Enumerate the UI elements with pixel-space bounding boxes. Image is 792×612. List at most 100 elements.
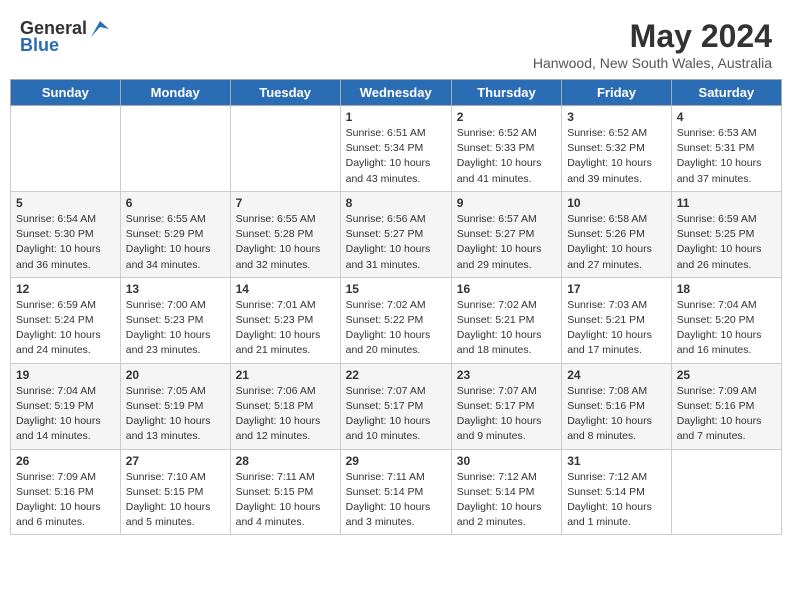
day-number: 22 (346, 368, 446, 382)
day-info: Sunrise: 7:10 AM Sunset: 5:15 PM Dayligh… (126, 470, 225, 531)
col-sunday: Sunday (11, 80, 121, 106)
day-number: 3 (567, 110, 666, 124)
table-row: 11Sunrise: 6:59 AM Sunset: 5:25 PM Dayli… (671, 191, 781, 277)
day-number: 20 (126, 368, 225, 382)
day-number: 31 (567, 454, 666, 468)
col-thursday: Thursday (451, 80, 561, 106)
day-number: 12 (16, 282, 115, 296)
day-number: 24 (567, 368, 666, 382)
table-row: 25Sunrise: 7:09 AM Sunset: 5:16 PM Dayli… (671, 363, 781, 449)
calendar-table: Sunday Monday Tuesday Wednesday Thursday… (10, 79, 782, 535)
day-info: Sunrise: 7:05 AM Sunset: 5:19 PM Dayligh… (126, 384, 225, 445)
day-info: Sunrise: 6:52 AM Sunset: 5:33 PM Dayligh… (457, 126, 556, 187)
day-number: 8 (346, 196, 446, 210)
day-number: 26 (16, 454, 115, 468)
day-number: 15 (346, 282, 446, 296)
day-number: 19 (16, 368, 115, 382)
table-row: 2 Sunrise: 6:52 AM Sunset: 5:33 PM Daylig… (451, 106, 561, 192)
day-number: 28 (236, 454, 335, 468)
title-block: May 2024 Hanwood, New South Wales, Austr… (533, 18, 772, 71)
col-friday: Friday (562, 80, 672, 106)
logo-blue-text: Blue (20, 35, 59, 56)
table-row (671, 449, 781, 535)
day-info: Sunrise: 7:01 AM Sunset: 5:23 PM Dayligh… (236, 298, 335, 359)
table-row: 5 Sunrise: 6:54 AM Sunset: 5:30 PM Daylig… (11, 191, 121, 277)
day-info: Sunrise: 7:06 AM Sunset: 5:18 PM Dayligh… (236, 384, 335, 445)
table-row: 29 Sunrise: 7:11 AM Sunset: 5:14 PM Dayli… (340, 449, 451, 535)
col-monday: Monday (120, 80, 230, 106)
table-row: 7 Sunrise: 6:55 AM Sunset: 5:28 PM Daylig… (230, 191, 340, 277)
table-row: 13 Sunrise: 7:00 AM Sunset: 5:23 PM Dayli… (120, 277, 230, 363)
calendar-header-row: Sunday Monday Tuesday Wednesday Thursday… (11, 80, 782, 106)
day-info: Sunrise: 7:12 AM Sunset: 5:14 PM Dayligh… (457, 470, 556, 531)
table-row: 17 Sunrise: 7:03 AM Sunset: 5:21 PM Dayli… (562, 277, 672, 363)
table-row: 16 Sunrise: 7:02 AM Sunset: 5:21 PM Dayli… (451, 277, 561, 363)
subtitle: Hanwood, New South Wales, Australia (533, 55, 772, 71)
table-row: 31 Sunrise: 7:12 AM Sunset: 5:14 PM Dayli… (562, 449, 672, 535)
table-row: 10 Sunrise: 6:58 AM Sunset: 5:26 PM Dayli… (562, 191, 672, 277)
calendar-week-row: 5 Sunrise: 6:54 AM Sunset: 5:30 PM Daylig… (11, 191, 782, 277)
table-row: 30 Sunrise: 7:12 AM Sunset: 5:14 PM Dayli… (451, 449, 561, 535)
table-row: 19Sunrise: 7:04 AM Sunset: 5:19 PM Dayli… (11, 363, 121, 449)
day-info: Sunrise: 7:09 AM Sunset: 5:16 PM Dayligh… (16, 470, 115, 531)
day-info: Sunrise: 7:12 AM Sunset: 5:14 PM Dayligh… (567, 470, 666, 531)
day-info: Sunrise: 6:55 AM Sunset: 5:29 PM Dayligh… (126, 212, 225, 273)
logo-bird-icon (89, 19, 111, 39)
table-row: 24 Sunrise: 7:08 AM Sunset: 5:16 PM Dayli… (562, 363, 672, 449)
calendar-week-row: 12 Sunrise: 6:59 AM Sunset: 5:24 PM Dayli… (11, 277, 782, 363)
page-header: General Blue May 2024 Hanwood, New South… (10, 10, 782, 75)
day-number: 11 (677, 196, 776, 210)
day-number: 9 (457, 196, 556, 210)
table-row: 14 Sunrise: 7:01 AM Sunset: 5:23 PM Dayli… (230, 277, 340, 363)
main-title: May 2024 (533, 18, 772, 55)
day-number: 10 (567, 196, 666, 210)
day-info: Sunrise: 7:11 AM Sunset: 5:14 PM Dayligh… (346, 470, 446, 531)
day-number: 30 (457, 454, 556, 468)
day-info: Sunrise: 6:54 AM Sunset: 5:30 PM Dayligh… (16, 212, 115, 273)
table-row: 15 Sunrise: 7:02 AM Sunset: 5:22 PM Dayli… (340, 277, 451, 363)
day-info: Sunrise: 6:58 AM Sunset: 5:26 PM Dayligh… (567, 212, 666, 273)
day-info: Sunrise: 7:07 AM Sunset: 5:17 PM Dayligh… (346, 384, 446, 445)
table-row (230, 106, 340, 192)
day-number: 5 (16, 196, 115, 210)
table-row: 1Sunrise: 6:51 AM Sunset: 5:34 PM Daylig… (340, 106, 451, 192)
day-number: 27 (126, 454, 225, 468)
day-number: 1 (346, 110, 446, 124)
day-number: 17 (567, 282, 666, 296)
col-tuesday: Tuesday (230, 80, 340, 106)
table-row: 21Sunrise: 7:06 AM Sunset: 5:18 PM Dayli… (230, 363, 340, 449)
table-row: 18Sunrise: 7:04 AM Sunset: 5:20 PM Dayli… (671, 277, 781, 363)
table-row: 9Sunrise: 6:57 AM Sunset: 5:27 PM Daylig… (451, 191, 561, 277)
day-info: Sunrise: 6:59 AM Sunset: 5:24 PM Dayligh… (16, 298, 115, 359)
day-info: Sunrise: 7:11 AM Sunset: 5:15 PM Dayligh… (236, 470, 335, 531)
day-number: 7 (236, 196, 335, 210)
day-info: Sunrise: 7:00 AM Sunset: 5:23 PM Dayligh… (126, 298, 225, 359)
day-info: Sunrise: 7:02 AM Sunset: 5:22 PM Dayligh… (346, 298, 446, 359)
day-info: Sunrise: 7:09 AM Sunset: 5:16 PM Dayligh… (677, 384, 776, 445)
table-row (11, 106, 121, 192)
day-info: Sunrise: 7:08 AM Sunset: 5:16 PM Dayligh… (567, 384, 666, 445)
calendar-week-row: 19Sunrise: 7:04 AM Sunset: 5:19 PM Dayli… (11, 363, 782, 449)
day-info: Sunrise: 7:07 AM Sunset: 5:17 PM Dayligh… (457, 384, 556, 445)
col-wednesday: Wednesday (340, 80, 451, 106)
table-row: 3 Sunrise: 6:52 AM Sunset: 5:32 PM Daylig… (562, 106, 672, 192)
day-number: 13 (126, 282, 225, 296)
day-info: Sunrise: 7:03 AM Sunset: 5:21 PM Dayligh… (567, 298, 666, 359)
logo: General Blue (20, 18, 111, 56)
table-row: 8Sunrise: 6:56 AM Sunset: 5:27 PM Daylig… (340, 191, 451, 277)
table-row: 23Sunrise: 7:07 AM Sunset: 5:17 PM Dayli… (451, 363, 561, 449)
day-number: 14 (236, 282, 335, 296)
day-number: 29 (346, 454, 446, 468)
table-row: 4Sunrise: 6:53 AM Sunset: 5:31 PM Daylig… (671, 106, 781, 192)
calendar-week-row: 1Sunrise: 6:51 AM Sunset: 5:34 PM Daylig… (11, 106, 782, 192)
day-number: 2 (457, 110, 556, 124)
table-row: 6 Sunrise: 6:55 AM Sunset: 5:29 PM Daylig… (120, 191, 230, 277)
day-number: 16 (457, 282, 556, 296)
day-info: Sunrise: 7:02 AM Sunset: 5:21 PM Dayligh… (457, 298, 556, 359)
day-number: 6 (126, 196, 225, 210)
day-info: Sunrise: 6:52 AM Sunset: 5:32 PM Dayligh… (567, 126, 666, 187)
table-row: 20 Sunrise: 7:05 AM Sunset: 5:19 PM Dayli… (120, 363, 230, 449)
col-saturday: Saturday (671, 80, 781, 106)
day-info: Sunrise: 6:55 AM Sunset: 5:28 PM Dayligh… (236, 212, 335, 273)
day-number: 18 (677, 282, 776, 296)
